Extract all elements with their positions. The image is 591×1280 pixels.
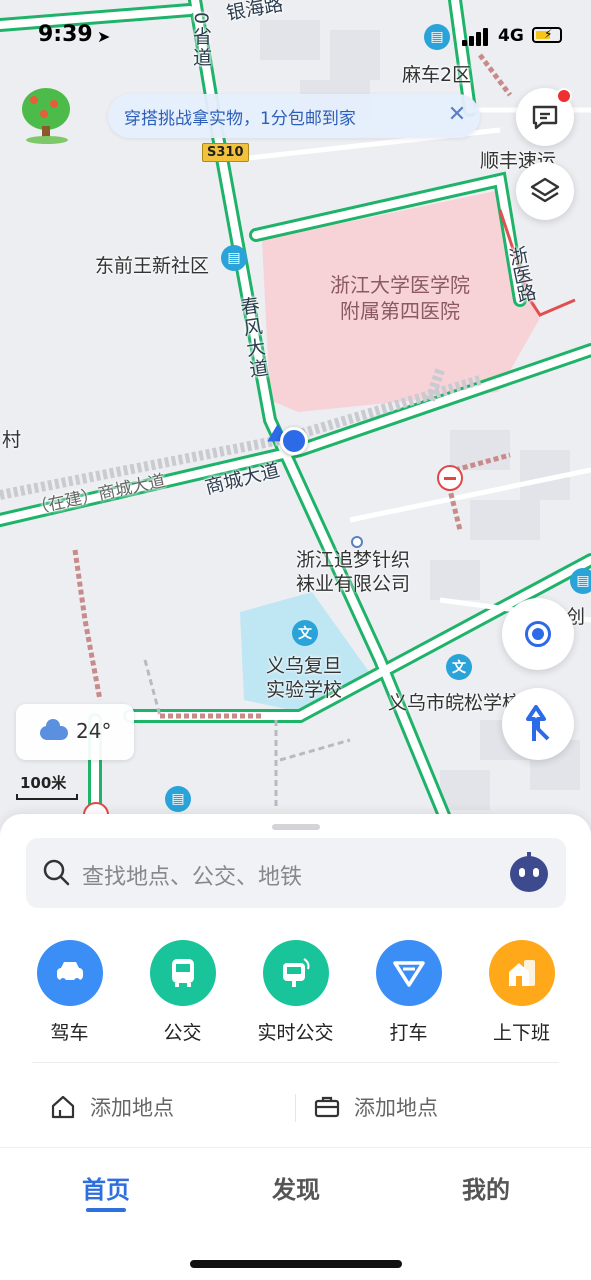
signal-icon (462, 28, 492, 46)
route-arrow-icon (526, 705, 550, 741)
poi-label-school[interactable]: 义乌复旦 实验学校 (266, 654, 342, 702)
home-indicator[interactable] (190, 1260, 402, 1268)
location-dot (280, 427, 308, 455)
weather-temp: 24° (76, 719, 112, 743)
quick-action-label: 驾车 (50, 1022, 89, 1044)
status-bar: 9:39 ➤ 4G ⚡ (0, 0, 591, 70)
knit-line-1: 浙江追梦针织 (296, 549, 411, 571)
scale-label: 100米 (20, 774, 67, 792)
no-entry-icon (437, 465, 463, 491)
notification-dot (556, 88, 572, 104)
realtime-bus-icon (262, 940, 329, 1006)
promo-banner-text: 穿搭挑战拿实物，1分包邮到家 (124, 109, 356, 129)
chat-bubble-icon (532, 105, 558, 130)
school-line-1: 义乌复旦 (266, 655, 343, 677)
quick-action-label: 公交 (163, 1022, 202, 1044)
active-tab-indicator (86, 1208, 126, 1212)
tab-home[interactable]: 首页 (56, 1170, 156, 1205)
layers-icon (530, 177, 560, 203)
quick-action-label: 打车 (389, 1022, 428, 1044)
network-type: 4G (498, 26, 524, 46)
road-shield-s310: S310 (202, 143, 249, 162)
home-icon (51, 1095, 75, 1119)
poi-pin-bottom[interactable]: ▤ (165, 786, 191, 812)
cloud-icon (40, 719, 68, 740)
quick-action-bus[interactable]: 公交 (126, 940, 239, 1045)
hospital-line-2: 附属第四医院 (340, 299, 460, 323)
bus-icon (149, 940, 216, 1006)
search-placeholder: 查找地点、公交、地铁 (82, 865, 303, 890)
money-tree-icon[interactable] (18, 88, 74, 146)
poi-pin-wansong[interactable]: 文 (446, 654, 472, 680)
quick-action-label: 实时公交 (257, 1022, 334, 1044)
bottom-sheet[interactable]: 查找地点、公交、地铁 驾车 公交 实时公交 打车 上下班 添加地点 添加地点 首… (0, 814, 591, 1280)
taxi-icon (375, 940, 442, 1006)
location-arrow-icon: ➤ (97, 27, 111, 46)
briefcase-icon (314, 1096, 340, 1118)
tab-mine[interactable]: 我的 (436, 1170, 536, 1205)
poi-label-wansong: 义乌市皖松学校 (388, 692, 522, 714)
close-icon[interactable]: ✕ (442, 100, 472, 130)
message-button[interactable] (516, 88, 574, 146)
poi-pin-chuang[interactable]: ▤ (570, 568, 591, 594)
poi-pin-dongqianwang[interactable]: ▤ (221, 245, 247, 271)
map-scale: 100米 (16, 770, 78, 800)
battery-icon: ⚡ (532, 27, 562, 43)
tab-discover[interactable]: 发现 (246, 1170, 346, 1205)
layers-button[interactable] (516, 162, 574, 220)
poi-pin-school[interactable]: 文 (292, 620, 318, 646)
knit-line-2: 袜业有限公司 (296, 573, 411, 595)
poi-label-village: 村 (2, 429, 22, 451)
quick-action-label: 上下班 (492, 1022, 550, 1044)
promo-banner[interactable]: 穿搭挑战拿实物，1分包邮到家 ✕ (108, 94, 480, 138)
search-icon (43, 859, 70, 886)
poi-dot-knit (351, 536, 363, 548)
add-home-place[interactable]: 添加地点 (50, 1090, 270, 1126)
poi-label-hospital[interactable]: 浙江大学医学院 附属第四医院 (310, 272, 490, 324)
add-work-place[interactable]: 添加地点 (314, 1090, 534, 1126)
quick-action-commute[interactable]: 上下班 (465, 940, 578, 1045)
poi-label-knit[interactable]: 浙江追梦针织 袜业有限公司 (296, 548, 410, 596)
divider (295, 1094, 296, 1122)
add-work-label: 添加地点 (354, 1096, 438, 1120)
car-icon (36, 940, 103, 1006)
assistant-robot-icon[interactable] (510, 852, 548, 892)
sheet-drag-handle[interactable] (272, 824, 320, 830)
quick-action-realtime-bus[interactable]: 实时公交 (239, 940, 352, 1045)
route-button[interactable] (502, 688, 574, 760)
scale-bar (16, 794, 78, 800)
quick-action-drive[interactable]: 驾车 (13, 940, 126, 1045)
divider (32, 1062, 559, 1063)
divider (0, 1147, 591, 1148)
add-home-label: 添加地点 (90, 1096, 174, 1120)
status-time: 9:39 (38, 22, 93, 47)
poi-label-dongqianwang: 东前王新社区 (95, 255, 210, 277)
hospital-line-1: 浙江大学医学院 (330, 273, 470, 297)
locate-button[interactable] (502, 598, 574, 670)
school-line-2: 实验学校 (266, 679, 343, 701)
current-location-marker (262, 423, 312, 457)
commute-icon (488, 940, 555, 1006)
quick-action-taxi[interactable]: 打车 (352, 940, 465, 1045)
locate-icon (525, 621, 551, 647)
search-bar[interactable]: 查找地点、公交、地铁 (26, 838, 566, 908)
weather-widget[interactable]: 24° (16, 704, 134, 760)
